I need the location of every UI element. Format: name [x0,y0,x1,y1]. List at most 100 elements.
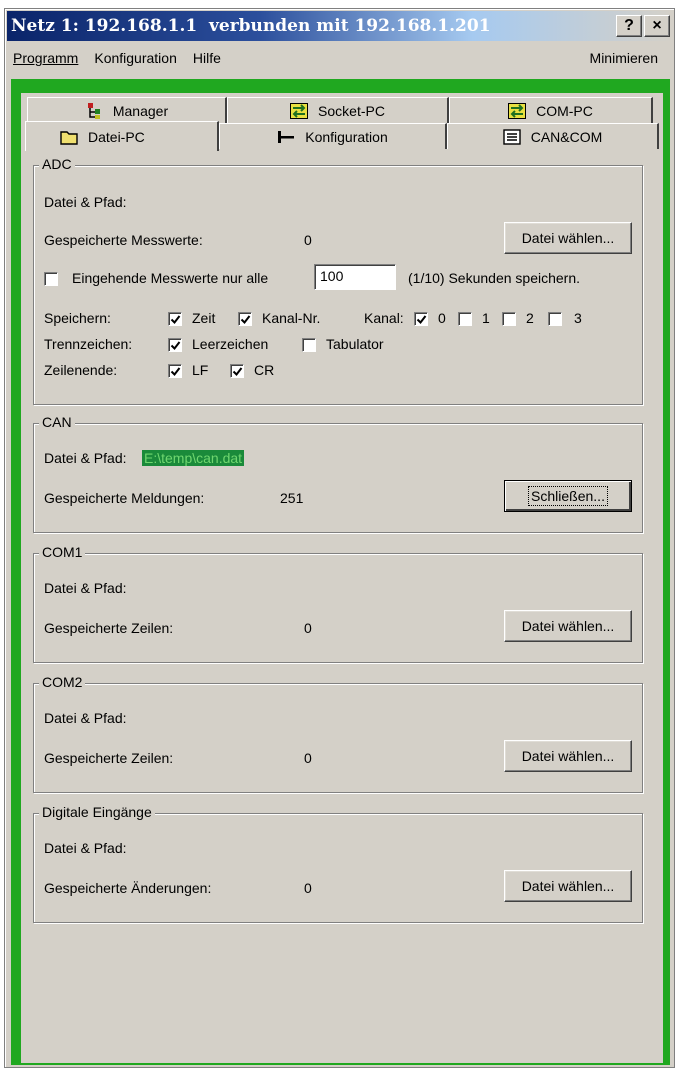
zeit-checkbox[interactable] [168,312,182,326]
com1-choose-file-label: Datei wählen... [521,618,615,634]
tab-row-front: Datei-PC Konfiguration CAN&COM [25,121,659,151]
digital-group-title: Digitale Eingänge [39,804,155,820]
exchange-arrows-icon [508,102,527,120]
app-window: Netz 1: 192.168.1.1 verbunden mit 192.16… [4,8,675,1068]
help-button[interactable]: ? [616,15,642,37]
zeilenende-label: Zeilenende: [44,362,118,378]
tabulator-label: Tabulator [326,336,384,352]
green-frame: Manager Socket-PC COM-PC Datei-PC Konfig… [11,79,670,1065]
tab-socket-pc[interactable]: Socket-PC [227,97,449,123]
zeit-label: Zeit [192,310,216,326]
lf-checkbox[interactable] [168,364,182,378]
tab-can-com[interactable]: CAN&COM [447,123,659,149]
menu-konfiguration-label: Konfiguration [94,50,177,66]
adc-choose-file-button[interactable]: Datei wählen... [504,222,632,254]
adc-group-title: ADC [39,156,75,172]
tabulator-checkbox[interactable] [302,338,316,352]
adc-group: ADC Datei & Pfad: Gespeicherte Messwerte… [33,156,643,405]
channel-2-checkbox[interactable] [502,312,516,326]
com2-saved-label: Gespeicherte Zeilen: [44,750,174,766]
tab-manager[interactable]: Manager [27,97,227,123]
menu-hilfe-label: Hilfe [192,50,221,66]
channel-0-label: 0 [438,310,446,326]
tab-socket-pc-label: Socket-PC [318,102,385,119]
tab-panel: Manager Socket-PC COM-PC Datei-PC Konfig… [21,93,663,1063]
digital-saved-value: 0 [304,880,312,896]
menu-minimieren[interactable]: Minimieren [582,50,672,66]
connector-icon [277,128,295,146]
can-group: CAN Datei & Pfad: E:\temp\can.dat Gespei… [33,414,643,533]
folder-icon [60,128,78,146]
cr-checkbox[interactable] [230,364,244,378]
title-bar[interactable]: Netz 1: 192.168.1.1 verbunden mit 192.16… [7,11,672,41]
digital-path-label: Datei & Pfad: [44,840,127,856]
exchange-arrows-icon [290,102,309,120]
channel-0-checkbox[interactable] [414,312,428,326]
channel-1-checkbox[interactable] [458,312,472,326]
adc-interval-checkbox[interactable] [44,272,58,286]
adc-interval-label: Eingehende Messwerte nur alle [72,270,269,286]
leerzeichen-checkbox[interactable] [168,338,182,352]
channel-3-checkbox[interactable] [548,312,562,326]
can-group-title: CAN [39,414,75,430]
com2-choose-file-label: Datei wählen... [521,748,615,764]
com2-group: COM2 Datei & Pfad: Gespeicherte Zeilen: … [33,674,643,793]
kanal-nr-label: Kanal-Nr. [262,310,321,326]
menu-programm-label: Programm [13,50,79,66]
channel-1-label: 1 [482,310,490,326]
menu-minimieren-label: Minimieren [589,50,658,66]
digital-inputs-group: Digitale Eingänge Datei & Pfad: Gespeich… [33,804,643,923]
list-icon [503,128,521,146]
adc-speichern-label: Speichern: [44,310,111,326]
menu-konfiguration[interactable]: Konfiguration [86,50,185,66]
adc-interval-unit-label: (1/10) Sekunden speichern. [408,270,580,286]
channel-3-label: 3 [574,310,582,326]
cr-label: CR [254,362,275,378]
title-bar-buttons: ? × [616,15,670,37]
kanal-nr-checkbox[interactable] [238,312,252,326]
tab-row-back: Manager Socket-PC COM-PC [27,97,653,123]
can-close-file-label: Schließen... [528,486,608,506]
tab-datei-pc-label: Datei-PC [88,128,145,145]
tab-com-pc-label: COM-PC [536,102,593,119]
trennzeichen-label: Trennzeichen: [44,336,133,352]
digital-choose-file-button[interactable]: Datei wählen... [504,870,632,902]
com1-group-title: COM1 [39,544,86,560]
menu-hilfe[interactable]: Hilfe [185,50,229,66]
menu-bar: Programm Konfiguration Hilfe Minimieren [7,45,672,71]
com2-group-title: COM2 [39,674,86,690]
close-button[interactable]: × [644,15,670,37]
com1-saved-value: 0 [304,620,312,636]
window-title: Netz 1: 192.168.1.1 verbunden mit 192.16… [11,16,491,36]
com1-saved-label: Gespeicherte Zeilen: [44,620,174,636]
com2-path-label: Datei & Pfad: [44,710,127,726]
can-saved-value: 251 [280,490,304,506]
adc-saved-value: 0 [304,232,312,248]
menu-programm[interactable]: Programm [7,50,86,66]
adc-saved-label: Gespeicherte Messwerte: [44,232,203,248]
com1-group: COM1 Datei & Pfad: Gespeicherte Zeilen: … [33,544,643,663]
adc-path-label: Datei & Pfad: [44,194,127,210]
manager-tree-icon [85,102,103,120]
tab-can-com-label: CAN&COM [530,128,603,145]
tab-konfiguration-label: Konfiguration [305,128,388,145]
com2-choose-file-button[interactable]: Datei wählen... [504,740,632,772]
com1-path-label: Datei & Pfad: [44,580,127,596]
leerzeichen-label: Leerzeichen [192,336,269,352]
adc-interval-input[interactable]: 100 [314,264,396,290]
tab-manager-label: Manager [112,102,169,119]
tab-datei-pc[interactable]: Datei-PC [25,121,219,151]
can-saved-label: Gespeicherte Meldungen: [44,490,205,506]
lf-label: LF [192,362,209,378]
can-path-value: E:\temp\can.dat [142,450,245,466]
adc-choose-file-label: Datei wählen... [521,230,615,246]
digital-saved-label: Gespeicherte Änderungen: [44,880,212,896]
channel-2-label: 2 [526,310,534,326]
can-path-label: Datei & Pfad: [44,450,127,466]
digital-choose-file-label: Datei wählen... [521,878,615,894]
tab-com-pc[interactable]: COM-PC [449,97,653,123]
tab-konfiguration[interactable]: Konfiguration [219,123,447,149]
com2-saved-value: 0 [304,750,312,766]
com1-choose-file-button[interactable]: Datei wählen... [504,610,632,642]
can-close-file-button[interactable]: Schließen... [504,480,632,512]
